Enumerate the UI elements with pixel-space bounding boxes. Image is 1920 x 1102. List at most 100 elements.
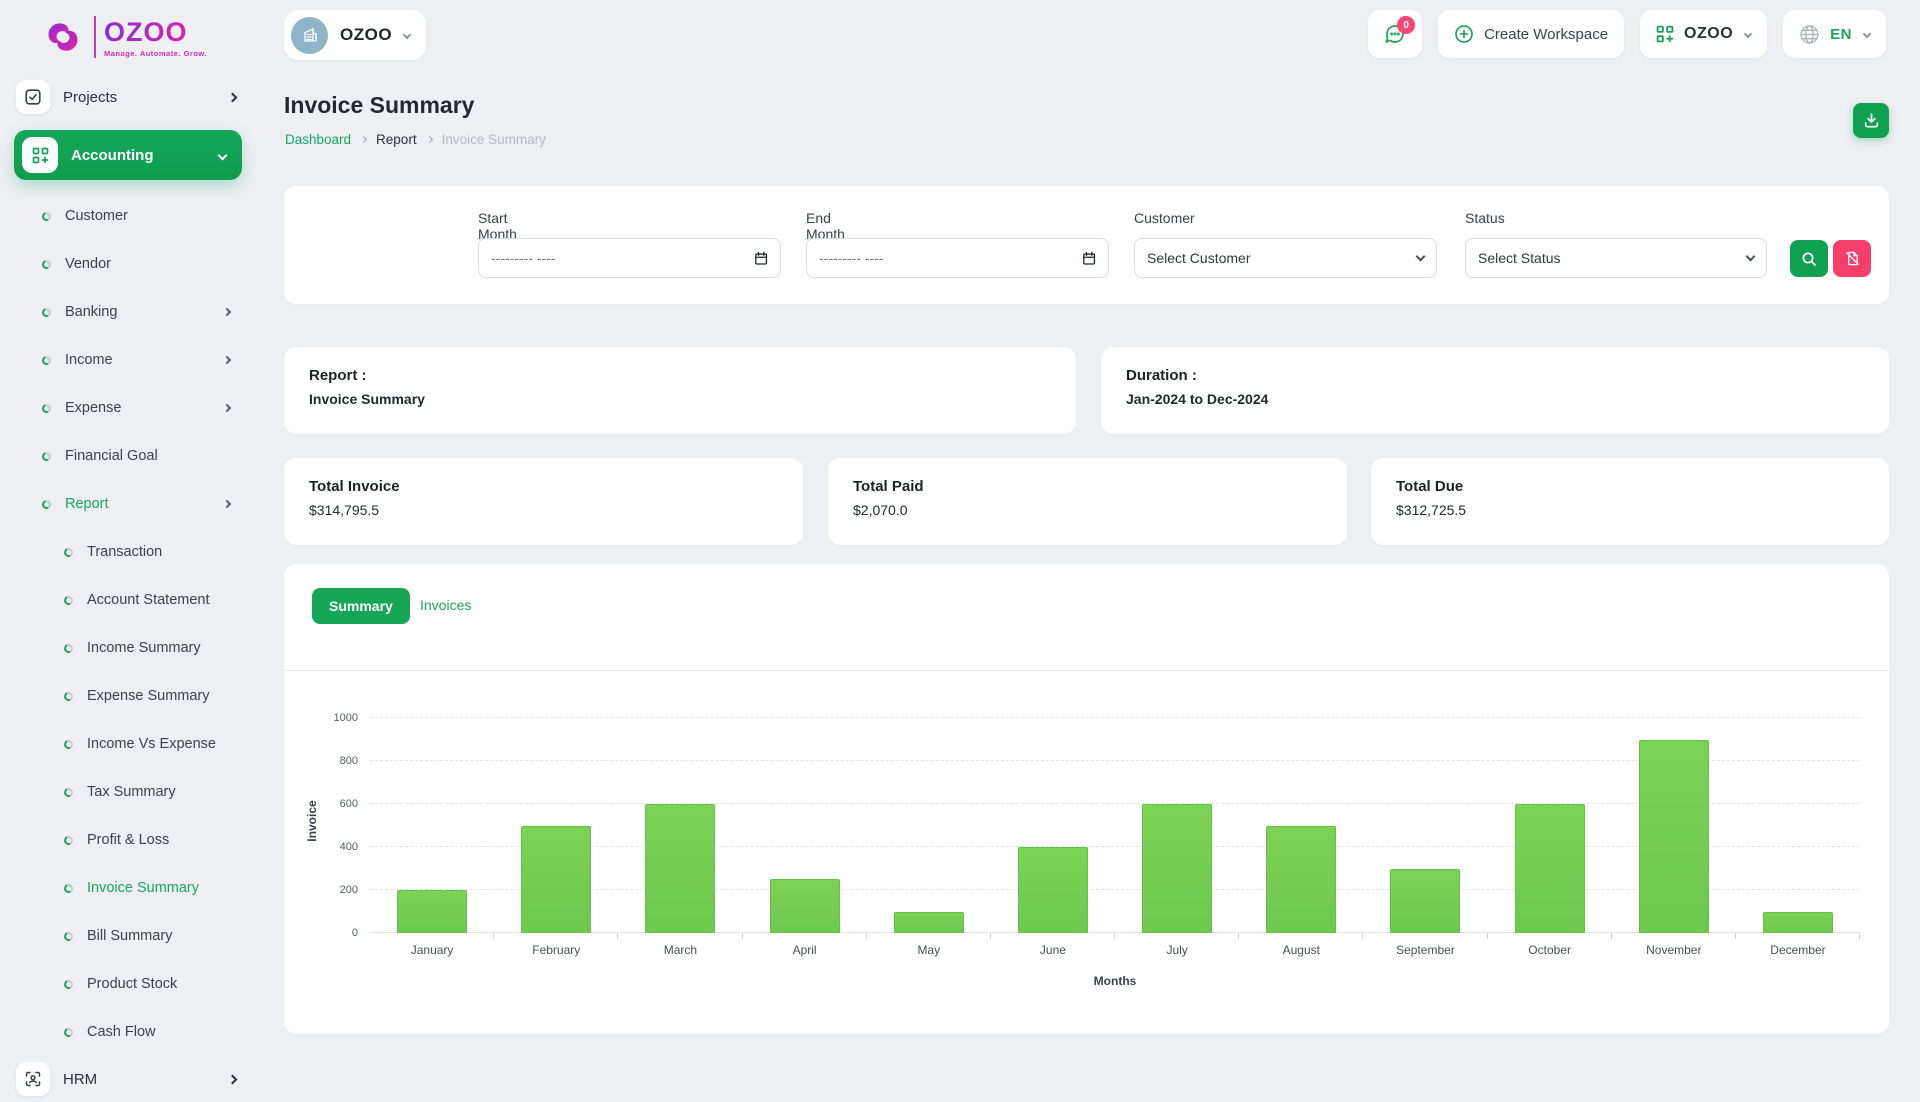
workspace-menu[interactable]: OZOO [1640,10,1768,58]
sidebar-item-invoice-summary[interactable]: Invoice Summary [0,864,256,912]
sidebar-item-income[interactable]: Income [0,336,256,384]
bar-june[interactable] [1017,847,1088,933]
sidebar-item-vendor[interactable]: Vendor [0,240,256,288]
check-square-icon [16,80,50,114]
bar-january[interactable] [397,890,468,933]
total-invoice-label: Total Invoice [309,478,400,495]
chart-x-ticks: January February March April May June July Augu… [370,943,1860,957]
clear-filter-button[interactable] [1833,240,1871,277]
total-due-value: $312,725.5 [1396,502,1467,518]
sidebar-item-hrm[interactable]: HRM [0,1056,256,1102]
start-month-field[interactable] [491,250,754,266]
bar-may[interactable] [893,911,964,933]
accounting-grid-icon [22,137,58,173]
sidebar-item-product-stock[interactable]: Product Stock [0,960,256,1008]
bar-october[interactable] [1514,804,1585,933]
sidebar-item-label: Financial Goal [65,448,158,464]
apply-filter-button[interactable] [1790,240,1828,277]
sidebar-item-income-summary[interactable]: Income Summary [0,624,256,672]
sidebar-item-expense[interactable]: Expense [0,384,256,432]
sidebar-item-report[interactable]: Report [0,480,256,528]
bar-slot-june [991,718,1116,939]
sidebar-item-banking[interactable]: Banking [0,288,256,336]
sidebar-item-label: Invoice Summary [87,880,200,896]
sidebar-item-income-vs-expense[interactable]: Income Vs Expense [0,720,256,768]
x-tick-label: October [1528,943,1571,957]
workspace-selector[interactable]: OZOO [284,10,427,60]
breadcrumb-item-report[interactable]: Report [376,132,417,147]
report-card: Report : Invoice Summary [284,347,1076,434]
sidebar-item-label: Product Stock [87,976,178,992]
total-invoice-card: Total Invoice $314,795.5 [284,458,803,545]
sidebar-item-transaction[interactable]: Transaction [0,528,256,576]
sidebar-item-label: Profit & Loss [87,832,170,848]
sidebar-item-financial-goal[interactable]: Financial Goal [0,432,256,480]
end-month-field[interactable] [819,250,1082,266]
bullet-icon [62,834,75,846]
sidebar-item-label: Income Summary [87,640,201,656]
customer-select[interactable]: Select Customer [1134,238,1437,278]
create-workspace-button[interactable]: Create Workspace [1438,10,1625,58]
x-tick-label: March [663,943,698,957]
breadcrumb-separator-icon [425,135,433,144]
bar-slot-may [867,718,992,939]
plus-circle-icon [1455,25,1473,43]
breadcrumb-item-dashboard[interactable]: Dashboard [285,132,351,147]
sidebar-item-bill-summary[interactable]: Bill Summary [0,912,256,960]
bar-march[interactable] [645,804,716,933]
bar-july[interactable] [1142,804,1213,933]
bar-april[interactable] [769,879,840,933]
sidebar-item-label: Transaction [87,544,163,560]
y-tick-label: 800 [339,755,358,767]
workspace-grid-icon [1656,25,1674,43]
bullet-icon [62,546,75,558]
end-month-input[interactable] [806,238,1109,278]
messages-button[interactable]: 0 [1368,10,1423,58]
bar-september[interactable] [1390,868,1461,933]
y-tick-label: 400 [339,841,358,853]
sidebar-item-expense-summary[interactable]: Expense Summary [0,672,256,720]
bullet-icon [62,882,75,894]
bar-slot-december [1736,718,1861,939]
bar-december[interactable] [1762,911,1833,933]
chevron-down-icon [217,150,228,160]
duration-card-value: Jan-2024 to Dec-2024 [1126,391,1269,407]
workspace-name: OZOO [340,25,393,44]
bullet-icon [62,786,75,798]
sidebar-item-customer[interactable]: Customer [0,192,256,240]
sidebar-item-profit-loss[interactable]: Profit & Loss [0,816,256,864]
sidebar: OZOO Manage. Automate. Grow. Projects Ac… [0,0,256,1096]
x-tick-label: September [1396,943,1455,957]
chevron-down-icon [1743,29,1753,39]
status-select[interactable]: Select Status [1465,238,1767,278]
customer-select-value: Select Customer [1147,250,1251,266]
sidebar-menu: Projects Accounting Customer Vendor Bankin… [0,74,256,1102]
bar-slot-august [1239,718,1364,939]
sidebar-item-account-statement[interactable]: Account Statement [0,576,256,624]
tab-summary[interactable]: Summary [312,588,410,624]
app-logo: OZOO Manage. Automate. Grow. [0,0,256,60]
bar-february[interactable] [521,825,592,933]
bar-november[interactable] [1638,739,1709,933]
sidebar-item-cash-flow[interactable]: Cash Flow [0,1008,256,1056]
bullet-icon [40,498,53,510]
sidebar-item-label: Account Statement [87,592,210,608]
sidebar-item-tax-summary[interactable]: Tax Summary [0,768,256,816]
filter-panel: Start Month End Month Customer Select Cu… [284,186,1889,304]
sidebar-item-projects[interactable]: Projects [0,74,256,120]
download-button[interactable] [1853,103,1889,138]
x-tick-label: April [792,943,817,957]
report-card-value: Invoice Summary [309,391,425,407]
logo-tagline: Manage. Automate. Grow. [104,48,208,58]
sidebar-item-label: Projects [63,88,118,106]
ozoo-logo-icon [48,23,78,51]
sidebar-item-accounting[interactable]: Accounting [14,130,242,180]
language-selector[interactable]: EN [1783,10,1886,58]
tab-invoices[interactable]: Invoices [420,597,471,613]
x-tick-label: January [410,943,454,957]
x-tick-label: June [1039,943,1066,957]
start-month-input[interactable] [478,238,781,278]
total-paid-value: $2,070.0 [853,502,908,518]
bar-august[interactable] [1266,825,1337,933]
bullet-icon [62,978,75,990]
